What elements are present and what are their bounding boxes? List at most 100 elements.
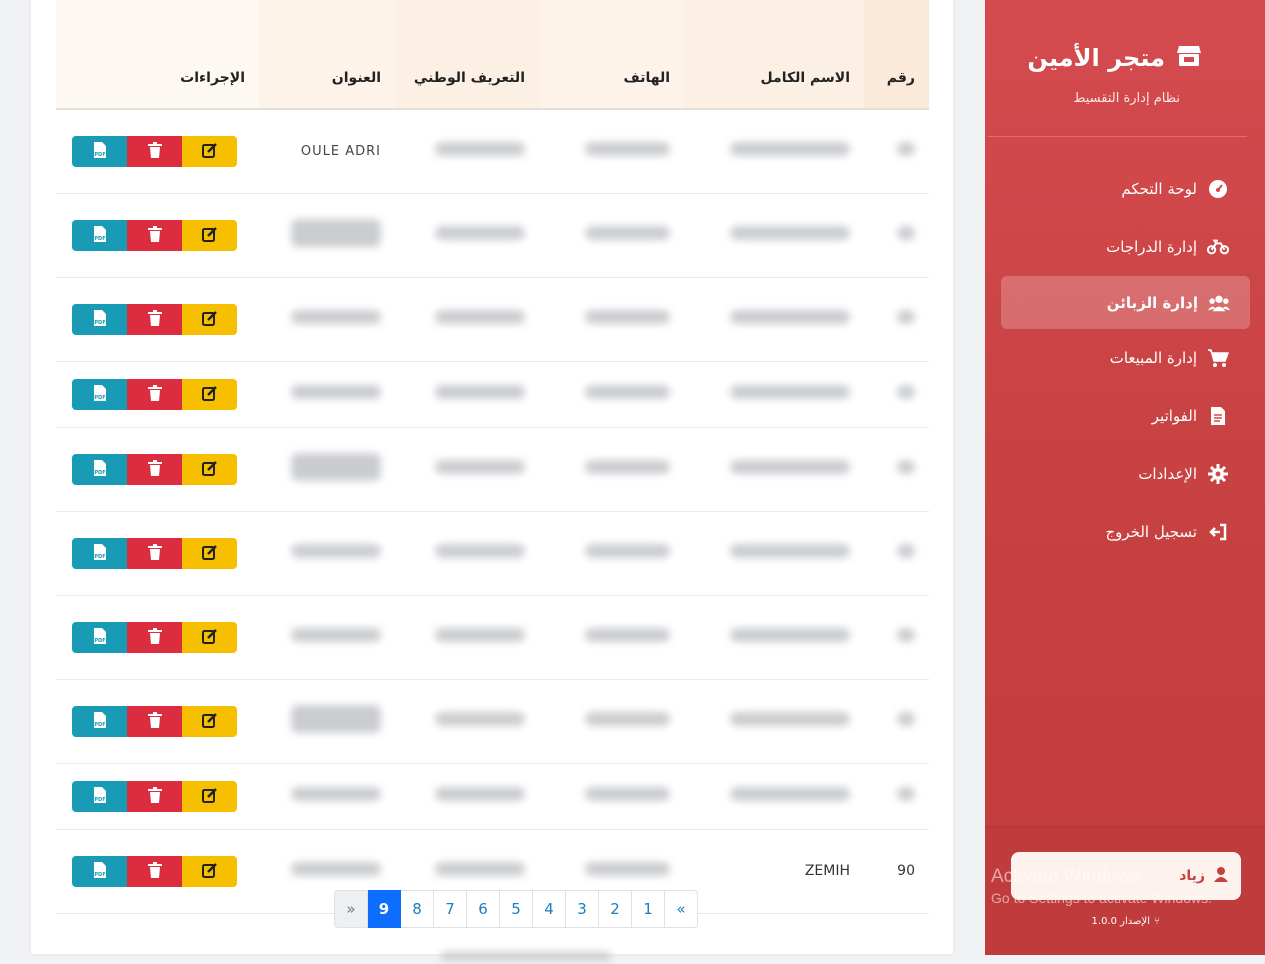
row-actions: PDF bbox=[72, 621, 237, 653]
edit-button[interactable] bbox=[182, 378, 237, 410]
cell-full-name bbox=[684, 277, 864, 362]
page-8[interactable]: 8 bbox=[400, 890, 434, 928]
sidebar-item-dashboard[interactable]: لوحة التحكم bbox=[985, 160, 1265, 218]
page-1[interactable]: 1 bbox=[631, 890, 665, 928]
edit-button[interactable] bbox=[182, 219, 237, 251]
page-7[interactable]: 7 bbox=[433, 890, 467, 928]
pdf-button[interactable]: PDF bbox=[72, 453, 127, 485]
delete-button[interactable] bbox=[127, 378, 182, 410]
edit-button[interactable] bbox=[182, 705, 237, 737]
pdf-button[interactable]: PDF bbox=[72, 855, 127, 887]
pdf-button[interactable]: PDF bbox=[72, 378, 127, 410]
table-row: PDF bbox=[56, 361, 929, 428]
edit-button[interactable] bbox=[182, 537, 237, 569]
redacted-value bbox=[897, 712, 915, 726]
watermark-line1: Activate Windows bbox=[991, 866, 1141, 887]
cell-actions: PDF bbox=[56, 595, 259, 680]
redacted-value bbox=[435, 226, 525, 240]
redacted-value bbox=[897, 787, 915, 801]
delete-button[interactable] bbox=[127, 537, 182, 569]
version-label: ⑂ الإصدار 1.0.0 bbox=[1092, 916, 1160, 927]
delete-button[interactable] bbox=[127, 453, 182, 485]
cell-actions: PDF bbox=[56, 829, 259, 914]
trash-icon bbox=[147, 225, 162, 245]
page-2[interactable]: 2 bbox=[598, 890, 632, 928]
delete-button[interactable] bbox=[127, 303, 182, 335]
watermark-line2: Go to Settings to activate Windows. bbox=[991, 890, 1212, 906]
gear-icon bbox=[1207, 463, 1229, 485]
table-row: PDF bbox=[56, 679, 929, 764]
pdf-button[interactable]: PDF bbox=[72, 135, 127, 167]
redacted-value bbox=[435, 142, 525, 157]
table-row: PDF bbox=[56, 193, 929, 278]
redacted-value bbox=[730, 712, 850, 726]
edit-icon bbox=[201, 460, 218, 479]
trash-icon bbox=[147, 543, 162, 563]
sidebar-item-invoices[interactable]: الفواتير bbox=[985, 387, 1265, 445]
table-row: OULE ADRI PDF bbox=[56, 109, 929, 194]
cell-number bbox=[864, 511, 929, 596]
page-4[interactable]: 4 bbox=[532, 890, 566, 928]
edit-icon bbox=[201, 142, 218, 161]
redacted-value bbox=[291, 453, 381, 481]
page-5[interactable]: 5 bbox=[499, 890, 533, 928]
pagination-next[interactable]: » bbox=[664, 890, 698, 928]
pdf-button[interactable]: PDF bbox=[72, 705, 127, 737]
delete-button[interactable] bbox=[127, 621, 182, 653]
cell-national-id bbox=[395, 277, 539, 362]
table-row: PDF bbox=[56, 511, 929, 596]
redacted-value bbox=[435, 712, 525, 726]
page-3[interactable]: 3 bbox=[565, 890, 599, 928]
pdf-button[interactable]: PDF bbox=[72, 303, 127, 335]
redacted-value bbox=[291, 628, 381, 642]
redacted-value bbox=[435, 544, 525, 558]
edit-button[interactable] bbox=[182, 621, 237, 653]
redacted-value bbox=[435, 787, 525, 801]
page-9-active[interactable]: 9 bbox=[367, 890, 401, 928]
sidebar-item-logout[interactable]: تسجيل الخروج bbox=[985, 503, 1265, 561]
cell-number bbox=[864, 763, 929, 830]
trash-icon bbox=[147, 627, 162, 647]
row-actions: PDF bbox=[72, 780, 237, 812]
sidebar-item-label: إدارة الزبائن bbox=[1106, 293, 1198, 312]
edit-button[interactable] bbox=[182, 135, 237, 167]
delete-button[interactable] bbox=[127, 780, 182, 812]
pdf-button[interactable]: PDF bbox=[72, 621, 127, 653]
redacted-value bbox=[730, 544, 850, 558]
branch-icon: ⑂ bbox=[1154, 916, 1160, 927]
sidebar-item-sales[interactable]: إدارة المبيعات bbox=[985, 329, 1265, 387]
pdf-badge: PDF bbox=[94, 236, 105, 242]
page-6[interactable]: 6 bbox=[466, 890, 500, 928]
cell-national-id bbox=[395, 361, 539, 428]
windows-activation-watermark: Activate Windows Go to Settings to activ… bbox=[991, 866, 1212, 906]
cell-number bbox=[864, 679, 929, 764]
pdf-button[interactable]: PDF bbox=[72, 780, 127, 812]
invoice-icon bbox=[1207, 405, 1229, 427]
redacted-value bbox=[585, 226, 670, 240]
redacted-value bbox=[291, 787, 381, 801]
redacted-value bbox=[291, 544, 381, 558]
pdf-button[interactable]: PDF bbox=[72, 537, 127, 569]
cell-phone bbox=[539, 679, 684, 764]
cell-actions: PDF bbox=[56, 679, 259, 764]
sidebar-item-bikes[interactable]: إدارة الدراجات bbox=[985, 218, 1265, 276]
pagination: » 1 2 3 4 5 6 7 8 9 « bbox=[334, 890, 698, 928]
cell-number bbox=[864, 277, 929, 362]
delete-button[interactable] bbox=[127, 219, 182, 251]
redacted-value bbox=[730, 142, 850, 157]
cell-number bbox=[864, 595, 929, 680]
row-actions: PDF bbox=[72, 453, 237, 485]
pdf-button[interactable]: PDF bbox=[72, 219, 127, 251]
delete-button[interactable] bbox=[127, 855, 182, 887]
table-row: PDF bbox=[56, 763, 929, 830]
sidebar-item-settings[interactable]: الإعدادات bbox=[985, 445, 1265, 503]
redacted-value bbox=[291, 385, 381, 399]
edit-button[interactable] bbox=[182, 453, 237, 485]
edit-button[interactable] bbox=[182, 855, 237, 887]
sidebar-item-customers[interactable]: إدارة الزبائن bbox=[1001, 276, 1250, 329]
edit-button[interactable] bbox=[182, 303, 237, 335]
redacted-value bbox=[435, 460, 525, 474]
delete-button[interactable] bbox=[127, 135, 182, 167]
edit-button[interactable] bbox=[182, 780, 237, 812]
delete-button[interactable] bbox=[127, 705, 182, 737]
